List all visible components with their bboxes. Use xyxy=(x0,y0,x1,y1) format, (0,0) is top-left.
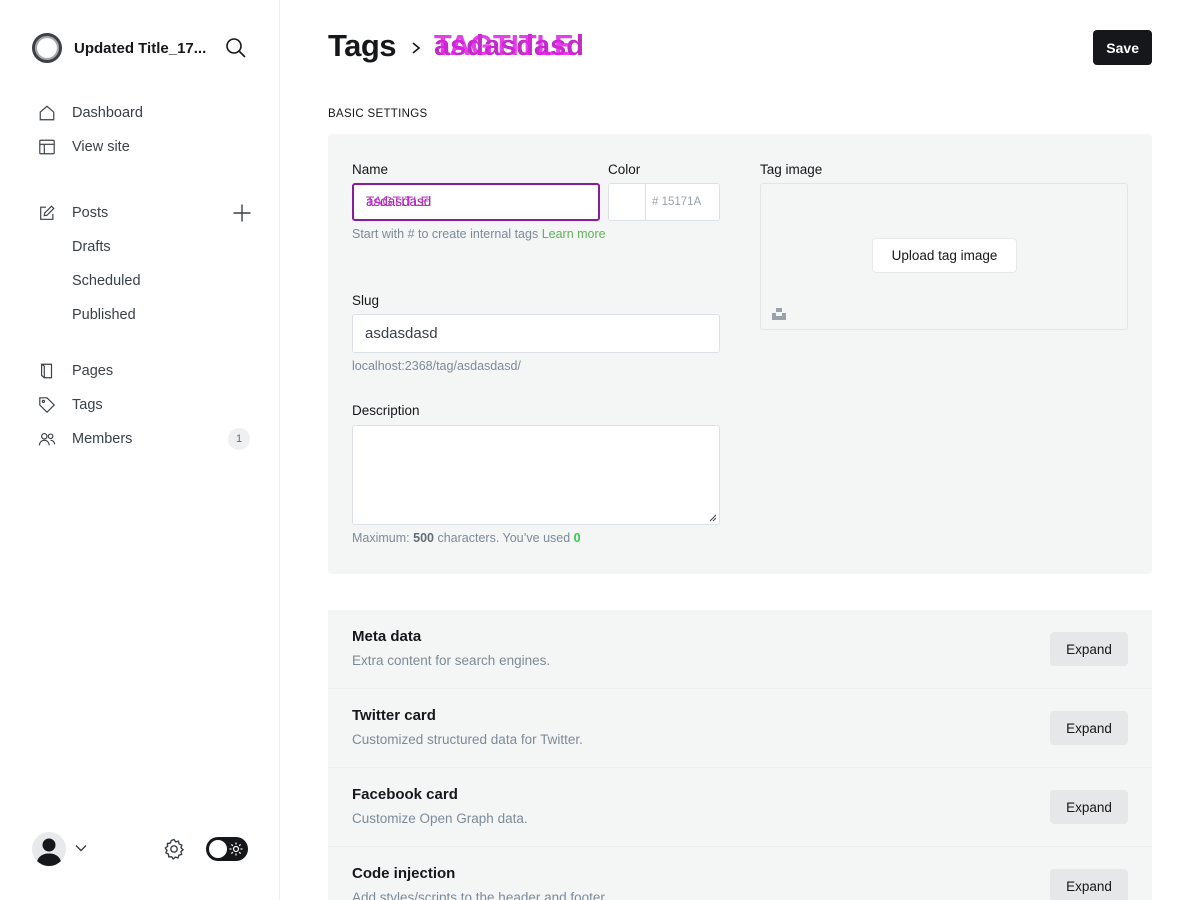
nav-label-dashboard: Dashboard xyxy=(72,105,143,121)
page-header: Tags asdasdasd TAGTITLE Save xyxy=(328,28,1152,68)
desc-hint-used: 0 xyxy=(573,531,581,545)
twitter-card-title: Twitter card xyxy=(352,707,436,724)
nav-label-posts: Posts xyxy=(72,205,109,221)
name-field-overlay: TAGTITLE xyxy=(366,194,430,209)
sidebar-footer xyxy=(32,832,248,866)
site-logo xyxy=(32,33,62,63)
members-icon xyxy=(37,429,57,449)
save-button[interactable]: Save xyxy=(1093,30,1152,65)
nav-label-drafts: Drafts xyxy=(72,239,111,255)
nav-item-pages[interactable]: Pages xyxy=(32,354,252,388)
description-textarea[interactable] xyxy=(352,425,720,525)
name-hint: Start with # to create internal tags Lea… xyxy=(352,224,612,245)
slug-field[interactable]: asdasdasd xyxy=(352,314,720,353)
avatar[interactable] xyxy=(32,832,66,866)
chevron-down-icon[interactable] xyxy=(74,841,88,855)
nav-label-view-site: View site xyxy=(72,139,130,155)
meta-data-section: Meta data Extra content for search engin… xyxy=(328,610,1152,689)
meta-data-title: Meta data xyxy=(352,628,422,645)
learn-more-link[interactable]: Learn more xyxy=(542,227,606,241)
basic-settings-heading: BASIC SETTINGS xyxy=(328,108,428,120)
nav-item-posts[interactable]: Posts xyxy=(32,196,252,230)
name-hint-text: Start with # to create internal tags xyxy=(352,227,542,241)
tag-image-uploader: Upload tag image xyxy=(760,183,1128,330)
tag-image-label: Tag image xyxy=(760,162,823,177)
toggle-knob xyxy=(209,840,227,858)
members-count-badge: 1 xyxy=(228,428,250,450)
nav-item-dashboard[interactable]: Dashboard xyxy=(32,96,252,130)
page-title: asdasdasd TAGTITLE xyxy=(434,30,584,63)
code-injection-section: Code injection Add styles/scripts to the… xyxy=(328,847,1152,900)
view-site-icon xyxy=(37,137,57,157)
color-label: Color xyxy=(608,162,641,177)
search-icon[interactable] xyxy=(224,36,248,60)
nav-label-published: Published xyxy=(72,307,136,323)
sidebar: Updated Title_17... Dashboard View site … xyxy=(0,0,280,900)
upload-tag-image-button[interactable]: Upload tag image xyxy=(872,238,1017,273)
site-brand[interactable]: Updated Title_17... xyxy=(32,32,248,64)
nav-label-pages: Pages xyxy=(72,363,114,379)
desc-hint-prefix: Maximum: xyxy=(352,531,414,545)
nav-item-tags[interactable]: Tags xyxy=(32,388,252,422)
basic-settings-card: Name asdasdasd TAGTITLE Color # 15171A S… xyxy=(328,134,1152,574)
nav-item-scheduled[interactable]: Scheduled xyxy=(32,264,252,298)
breadcrumb-tags-link[interactable]: Tags xyxy=(328,28,397,64)
desc-hint-max: 500 xyxy=(413,531,434,545)
color-hex-input[interactable]: # 15171A xyxy=(646,183,720,221)
home-icon xyxy=(37,103,57,123)
pages-icon xyxy=(37,361,57,381)
name-field[interactable]: asdasdasd TAGTITLE xyxy=(352,183,600,221)
nav-item-members[interactable]: Members 1 xyxy=(32,422,252,456)
expand-meta-data-button[interactable]: Expand xyxy=(1050,632,1128,666)
main-content: Tags asdasdasd TAGTITLE Save BASIC SETTI… xyxy=(328,0,1152,900)
code-injection-title: Code injection xyxy=(352,865,456,882)
main-nav: Dashboard View site xyxy=(32,96,252,164)
nav-label-members: Members xyxy=(72,431,133,447)
description-hint: Maximum: 500 characters. You’ve used 0 xyxy=(352,528,581,549)
edit-posts-icon xyxy=(37,203,57,223)
facebook-card-title: Facebook card xyxy=(352,786,458,803)
facebook-card-section: Facebook card Customize Open Graph data.… xyxy=(328,768,1152,847)
expand-code-injection-button[interactable]: Expand xyxy=(1050,869,1128,900)
page-title-overlay: TAGTITLE xyxy=(434,30,574,62)
expand-twitter-card-button[interactable]: Expand xyxy=(1050,711,1128,745)
nav-item-view-site[interactable]: View site xyxy=(32,130,252,164)
nav-label-tags: Tags xyxy=(72,397,103,413)
desc-hint-mid: characters. You’ve used xyxy=(433,531,574,545)
posts-nav: Posts Drafts Scheduled Published xyxy=(32,196,252,332)
chevron-right-icon xyxy=(412,42,421,54)
sun-icon xyxy=(229,842,243,856)
meta-data-desc: Extra content for search engines. xyxy=(352,653,551,668)
facebook-card-desc: Customize Open Graph data. xyxy=(352,811,528,826)
dark-mode-toggle[interactable] xyxy=(206,837,248,861)
add-post-icon[interactable] xyxy=(232,203,252,223)
nav-item-drafts[interactable]: Drafts xyxy=(32,230,252,264)
expand-facebook-card-button[interactable]: Expand xyxy=(1050,790,1128,824)
code-injection-desc: Add styles/scripts to the header and foo… xyxy=(352,890,608,900)
description-label: Description xyxy=(352,403,420,418)
twitter-card-desc: Customized structured data for Twitter. xyxy=(352,732,583,747)
name-label: Name xyxy=(352,162,389,177)
color-swatch[interactable] xyxy=(608,183,646,221)
nav-label-scheduled: Scheduled xyxy=(72,273,141,289)
slug-label: Slug xyxy=(352,293,380,308)
content-nav: Pages Tags Members 1 xyxy=(32,354,252,456)
tag-icon xyxy=(37,395,57,415)
site-title[interactable]: Updated Title_17... xyxy=(74,40,210,57)
nav-item-published[interactable]: Published xyxy=(32,298,252,332)
twitter-card-section: Twitter card Customized structured data … xyxy=(328,689,1152,768)
slug-url-hint: localhost:2368/tag/asdasdasd/ xyxy=(352,359,521,373)
unsplash-icon[interactable] xyxy=(772,307,786,321)
resize-handle-icon[interactable] xyxy=(709,514,717,522)
gear-icon[interactable] xyxy=(162,837,186,861)
